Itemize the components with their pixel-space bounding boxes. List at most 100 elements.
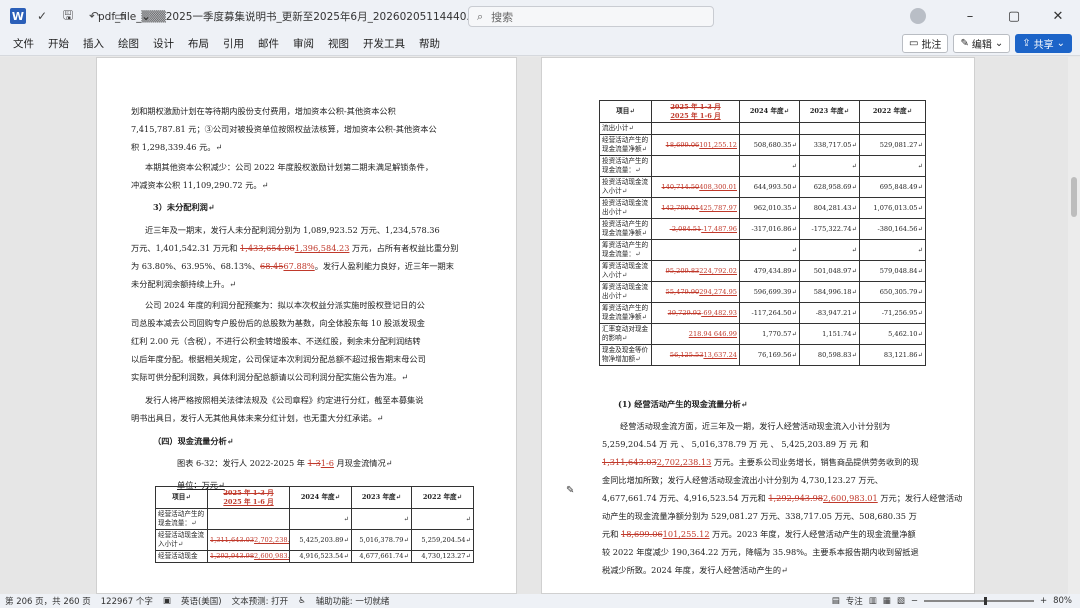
table-cell: 596,699.39↵ — [739, 281, 800, 303]
inserted-text[interactable]: 2,600,983.01 — [823, 493, 878, 503]
deleted-text[interactable]: 1,292,943.98 — [210, 552, 254, 560]
inserted-text[interactable]: 1-6 — [321, 458, 334, 468]
table-cell: 1,311,643.032,702,238.13 — [207, 529, 290, 551]
deleted-text[interactable]: 1,311,643.03 — [602, 457, 657, 467]
deleted-text[interactable]: 95,209.83 — [666, 267, 700, 275]
zoom-level[interactable]: 80% — [1053, 596, 1072, 606]
deleted-text[interactable]: 68.45 — [260, 261, 283, 271]
tab-home[interactable]: 开始 — [41, 36, 76, 51]
text-run: 元和 — [602, 529, 621, 539]
word-count[interactable]: 122967 个字 — [96, 595, 158, 607]
tab-help[interactable]: 帮助 — [412, 36, 447, 51]
table-cell: 筹资活动现金流出小计↵ — [599, 281, 652, 303]
tab-references[interactable]: 引用 — [216, 36, 251, 51]
inserted-text[interactable]: 67.88% — [283, 261, 314, 271]
page-count[interactable]: 第 206 页，共 260 页 — [0, 595, 96, 607]
tab-mailings[interactable]: 邮件 — [251, 36, 286, 51]
paragraph: 元和 18,699.06101,255.12 万元。2023 年度，发行人经营活… — [602, 525, 916, 543]
deleted-text[interactable]: 2025 年 1-3 月 — [210, 489, 287, 498]
table-cell: 39,729.92-69,482.93 — [651, 302, 740, 324]
language[interactable]: 英语(美国) — [176, 595, 227, 607]
cashflow-table-right: 项目↵ 2025 年 1-3 月 2025 年 1-6 月 2024 年度↵ 20… — [599, 100, 926, 366]
table-cell: 338,717.05↵ — [799, 134, 860, 156]
deleted-text[interactable]: 2025 年 1-3 月 — [654, 103, 737, 112]
accessibility-icon[interactable]: ♿ — [293, 596, 311, 606]
inserted-text[interactable]: 224,792.02 — [699, 267, 737, 275]
avatar[interactable] — [910, 8, 926, 24]
inserted-text[interactable]: 13,637.24 — [703, 351, 737, 359]
close-icon[interactable]: ✕ — [1036, 0, 1080, 32]
table-row: 筹资活动现金流入小计↵ 95,209.83224,792.02 479,434.89… — [599, 260, 926, 282]
text-prediction[interactable]: 文本预测: 打开 — [227, 595, 294, 607]
inserted-text[interactable]: 2,702,238.13 — [657, 457, 712, 467]
inserted-text[interactable]: 2,702,238.13 — [254, 536, 288, 544]
inserted-text[interactable]: 425,787.97 — [699, 204, 737, 212]
scrollbar-thumb[interactable] — [1071, 177, 1077, 217]
deleted-text[interactable]: 142,799.01 — [661, 204, 699, 212]
paragraph: 近三年及一期末，发行人未分配利润分别为 1,089,923.52 万元、1,23… — [145, 225, 440, 235]
tab-view[interactable]: 视图 — [321, 36, 356, 51]
inserted-text[interactable]: 408,300.01 — [699, 183, 737, 191]
paragraph: 冲减资本公积 11,109,290.72 元。↵ — [131, 180, 269, 190]
save-icon[interactable]: 🖫 — [58, 6, 78, 26]
minimize-icon[interactable]: – — [948, 0, 992, 32]
read-mode-icon[interactable]: ▥ — [869, 596, 877, 606]
tab-design[interactable]: 设计 — [146, 36, 181, 51]
table-header-row: 项目↵ 2025 年 1-3 月 2025 年 1-6 月 2024 年度↵ 20… — [599, 100, 926, 123]
tab-draw[interactable]: 绘图 — [111, 36, 146, 51]
deleted-text[interactable]: 55,479.90 — [666, 288, 700, 296]
paragraph: 以后年度分配。根据相关规定，公司保证本次利润分配总额不超过报告期末母公司 — [131, 354, 426, 364]
inserted-text[interactable]: -69,482.93 — [701, 309, 737, 317]
deleted-text[interactable]: 1,292,943.98 — [768, 493, 823, 503]
share-label: 共享 — [1033, 40, 1054, 51]
document-canvas[interactable]: 划和期权激励计划在等待期内股份支付费用，增加资本公积-其他资本公积 7,415,… — [0, 57, 1080, 594]
tab-layout[interactable]: 布局 — [181, 36, 216, 51]
accessibility-status[interactable]: 辅助功能: 一切就绪 — [311, 595, 395, 607]
tab-insert[interactable]: 插入 — [76, 36, 111, 51]
comment-button[interactable]: ▭ 批注 — [901, 34, 949, 53]
focus-label[interactable]: 专注 — [846, 595, 863, 607]
deleted-text[interactable]: 1,433,654.06 — [240, 243, 295, 253]
status-bar: 第 206 页，共 260 页 122967 个字 ▣ 英语(美国) 文本预测:… — [0, 594, 1080, 608]
zoom-out-icon[interactable]: − — [911, 596, 918, 606]
zoom-in-icon[interactable]: + — [1040, 596, 1047, 606]
print-layout-icon[interactable]: ▦ — [883, 596, 891, 606]
focus-icon[interactable]: ▤ — [832, 596, 840, 606]
tab-review[interactable]: 审阅 — [286, 36, 321, 51]
paragraph: 经营活动现金流方面，近三年及一期，发行人经营活动现金流入小计分别为 — [620, 421, 891, 431]
inserted-text[interactable]: 1,396,584.23 — [295, 243, 350, 253]
deleted-text[interactable]: 140,714.50 — [661, 183, 699, 191]
inserted-text[interactable]: 218.94 646.99 — [689, 330, 737, 338]
zoom-slider[interactable] — [923, 597, 1034, 605]
table-cell: 508,680.35↵ — [739, 134, 800, 156]
deleted-text[interactable]: 1,311,643.03 — [210, 536, 254, 544]
proofing-icon[interactable]: ▣ — [158, 596, 176, 606]
search-box[interactable]: ⌕ 搜索 — [468, 6, 714, 27]
deleted-text[interactable]: 39,729.92 — [668, 309, 702, 317]
table-cell: -83,947.21↵ — [799, 302, 860, 324]
deleted-text[interactable]: 1-3 — [308, 458, 321, 468]
zoom-slider-thumb[interactable] — [983, 597, 987, 605]
right-page[interactable]: 项目↵ 2025 年 1-3 月 2025 年 1-6 月 2024 年度↵ 20… — [541, 57, 975, 594]
autosave-icon[interactable]: ✓ — [32, 6, 52, 26]
web-layout-icon[interactable]: ▧ — [897, 596, 905, 606]
tab-developer[interactable]: 开发工具 — [356, 36, 412, 51]
table-header: 2024 年度↵ — [739, 100, 800, 123]
inserted-text[interactable]: -17,487.96 — [701, 225, 737, 233]
inserted-text[interactable]: 101,255.12 — [699, 141, 737, 149]
deleted-text[interactable]: -2,084.51 — [670, 225, 702, 233]
share-button[interactable]: ⇪ 共享 ⌄ — [1015, 34, 1072, 53]
vertical-scrollbar[interactable] — [1068, 57, 1080, 594]
inserted-text[interactable]: 2,600,983.01 — [254, 552, 288, 560]
deleted-text[interactable]: 18,699.06 — [621, 529, 663, 539]
deleted-text[interactable]: 56,125.53 — [670, 351, 704, 359]
inserted-text[interactable]: 2025 年 1-6 月 — [210, 498, 287, 507]
edit-mode-button[interactable]: ✎ 编辑 ⌄ — [953, 34, 1011, 53]
maximize-icon[interactable]: ▢ — [992, 0, 1036, 32]
inserted-text[interactable]: 294,274.95 — [699, 288, 737, 296]
tab-file[interactable]: 文件 — [6, 36, 41, 51]
inserted-text[interactable]: 2025 年 1-6 月 — [654, 112, 737, 121]
inserted-text[interactable]: 101,255.12 — [663, 529, 710, 539]
left-page[interactable]: 划和期权激励计划在等待期内股份支付费用，增加资本公积-其他资本公积 7,415,… — [96, 57, 517, 594]
deleted-text[interactable]: 18,699.06 — [666, 141, 700, 149]
